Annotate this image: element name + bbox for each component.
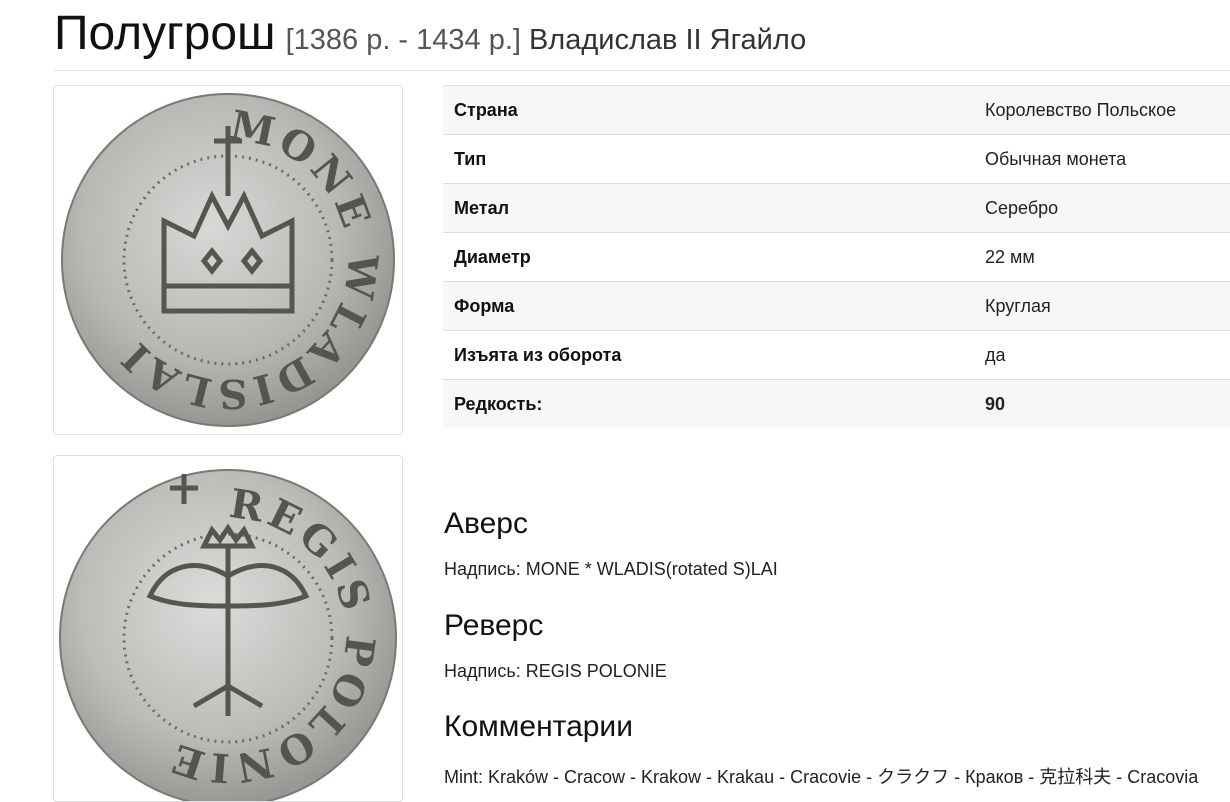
reverse-image[interactable]: REGIS POLONIE bbox=[53, 455, 403, 802]
coin-years: [1386 р. - 1434 р.] bbox=[285, 24, 521, 56]
table-row: Изъята из оборота да bbox=[443, 330, 1230, 380]
reverse-section: Реверс Надпись: REGIS POLONIE bbox=[444, 609, 1230, 682]
spec-value: Обычная монета bbox=[974, 134, 1230, 184]
comments-text: Mint: Kraków - Cracow - Krakow - Krakau … bbox=[444, 767, 1199, 787]
obverse-heading: Аверс bbox=[444, 507, 528, 540]
table-row: Страна Королевство Польское bbox=[443, 85, 1230, 135]
spec-key: Диаметр bbox=[443, 232, 974, 282]
comments-section: Комментарии Mint: Kraków - Cracow - Krak… bbox=[444, 710, 1230, 789]
coin-specs-table: Страна Королевство Польское Тип Обычная … bbox=[443, 85, 1230, 428]
spec-value: Круглая bbox=[974, 281, 1230, 331]
comments-heading: Комментарии bbox=[444, 710, 633, 743]
spec-key: Редкость: bbox=[443, 379, 974, 428]
obverse-inscription: Надпись: MONE * WLADIS(rotated S)LAI bbox=[444, 559, 778, 579]
page-title: Полугрош [1386 р. - 1434 р.] Владислав II … bbox=[54, 6, 1230, 71]
reverse-inscription: Надпись: REGIS POLONIE bbox=[444, 661, 667, 681]
spec-key: Форма bbox=[443, 281, 974, 331]
coin-name: Полугрош bbox=[54, 7, 276, 60]
spec-value: Серебро bbox=[974, 183, 1230, 233]
table-row: Диаметр 22 мм bbox=[443, 232, 1230, 282]
coin-ruler: Владислав II Ягайло bbox=[528, 24, 807, 56]
spec-key: Изъята из оборота bbox=[443, 330, 974, 380]
reverse-heading: Реверс bbox=[444, 609, 544, 642]
table-row: Форма Круглая bbox=[443, 281, 1230, 331]
reverse-coin-photo: REGIS POLONIE bbox=[59, 469, 397, 801]
table-row: Метал Серебро bbox=[443, 183, 1230, 233]
table-row: Тип Обычная монета bbox=[443, 134, 1230, 184]
spec-value: да bbox=[974, 330, 1230, 380]
obverse-coin-photo: MONE WLADISLAI bbox=[61, 93, 395, 427]
spec-value: 22 мм bbox=[974, 232, 1230, 282]
spec-value: Королевство Польское bbox=[974, 85, 1230, 135]
obverse-section: Аверс Надпись: MONE * WLADIS(rotated S)L… bbox=[444, 507, 1230, 580]
obverse-image[interactable]: MONE WLADISLAI bbox=[53, 85, 403, 435]
table-row: Редкость: 90 bbox=[443, 379, 1230, 428]
spec-key: Метал bbox=[443, 183, 974, 233]
spec-key: Страна bbox=[443, 85, 974, 135]
spec-key: Тип bbox=[443, 134, 974, 184]
spec-value: 90 bbox=[974, 379, 1230, 428]
